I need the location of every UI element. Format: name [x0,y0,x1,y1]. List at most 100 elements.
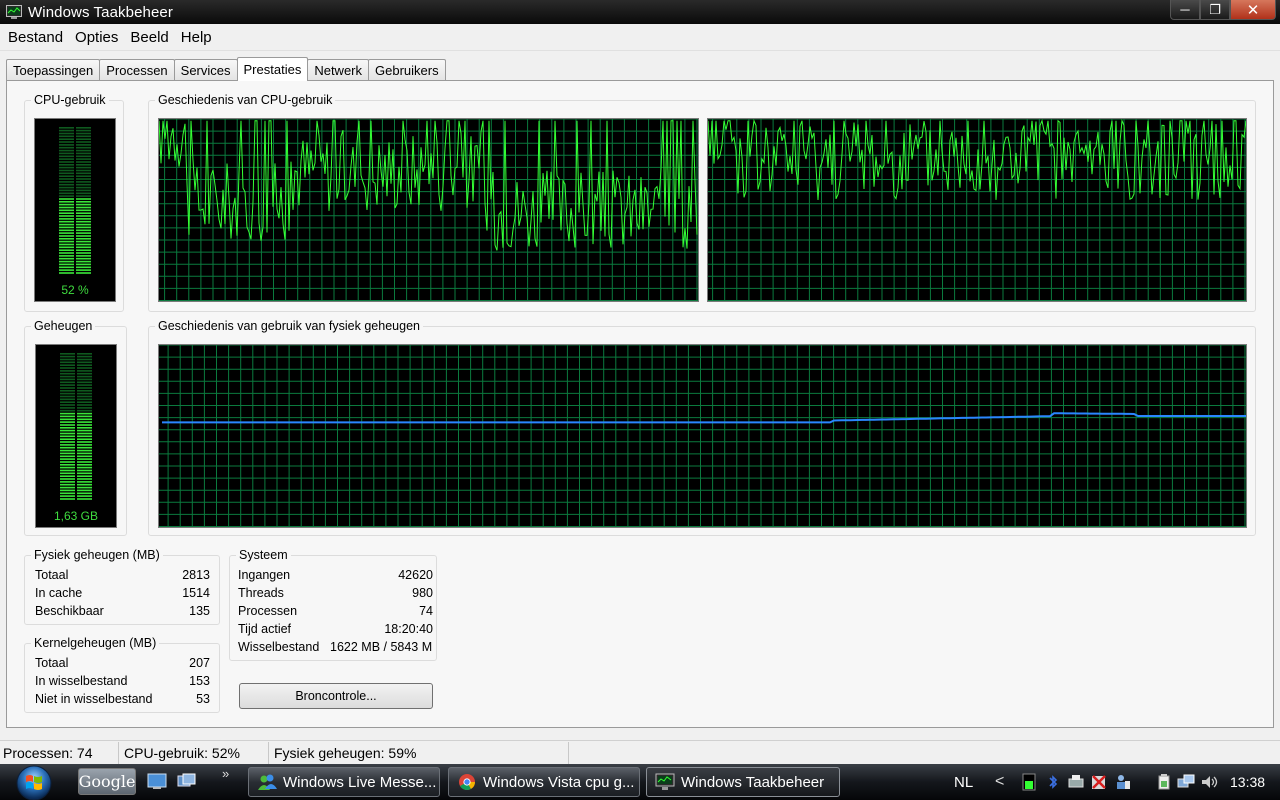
window-title: Windows Taakbeheer [28,3,173,21]
stat-value: 53 [196,692,210,706]
memory-value: 1,63 GB [53,509,99,523]
memory-history-graph [158,344,1247,528]
stat-key: Threads [238,586,284,600]
menu-bar: Bestand Opties Beeld Help [0,24,1280,51]
physical-memory-group: Fysiek geheugen (MB) Totaal 2813 In cach… [24,548,220,625]
taskbar-item-taskmanager[interactable]: Windows Taakbeheer [646,767,840,797]
title-bar[interactable]: Windows Taakbeheer ─ ❐ ✕ [0,0,1280,24]
status-processes: Processen: 74 [0,741,119,764]
chrome-icon [459,774,475,790]
menu-bestand[interactable]: Bestand [2,29,69,46]
cpu-meter-tray-icon[interactable] [1020,773,1038,791]
stat-value: 74 [419,604,433,618]
stat-key: Totaal [35,568,69,582]
cpu-usage-label: CPU-gebruik [31,93,109,107]
kernel-memory-table: Totaal 207 In wisselbestand 153 Niet in … [35,656,210,712]
stat-row: Beschikbaar 135 [35,604,210,622]
stat-value: 2813 [182,568,210,582]
menu-beeld[interactable]: Beeld [124,29,174,46]
tab-processen[interactable]: Processen [99,59,175,80]
cpu-history-group: Geschiedenis van CPU-gebruik [148,93,1256,312]
stat-row: Totaal 207 [35,656,210,674]
stat-row: In cache 1514 [35,586,210,604]
kernel-memory-label: Kernelgeheugen (MB) [31,636,160,650]
physical-memory-table: Totaal 2813 In cache 1514 Beschikbaar 13… [35,568,210,624]
stat-value: 135 [189,604,210,618]
stat-key: Tijd actief [238,622,292,636]
stat-row: Processen 74 [238,604,433,622]
system-label: Systeem [236,548,291,562]
stat-value: 1622 MB / 5843 M [330,640,433,654]
stat-value: 980 [412,586,433,600]
network-icon[interactable] [1177,773,1195,791]
clock[interactable]: 13:38 [1230,774,1265,790]
taskbar-item-label: Windows Live Messe... [283,773,437,791]
taskbar-item-label: Windows Vista cpu g... [483,773,635,791]
stat-row: Tijd actief 18:20:40 [238,622,433,640]
status-bar: Processen: 74 CPU-gebruik: 52% Fysiek ge… [0,740,1280,764]
stat-key: Processen [238,604,298,618]
memory-history-plot [159,344,1246,527]
cpu-history-label: Geschiedenis van CPU-gebruik [155,93,336,107]
stat-value: 1514 [182,586,210,600]
battery-power-icon[interactable] [1155,773,1173,791]
tab-services[interactable]: Services [173,59,238,80]
printer-icon[interactable] [1067,773,1085,791]
cpu-history-plot-core2 [707,118,1247,301]
cpu-history-graph-core1 [158,118,699,302]
stat-row: In wisselbestand 153 [35,674,210,692]
system-group: Systeem Ingangen 42620 Threads 980 Proce… [229,548,437,661]
volume-icon[interactable] [1200,773,1218,791]
stat-value: 42620 [398,568,433,582]
taskbar-item-chrome[interactable]: Windows Vista cpu g... [448,767,640,797]
taskbar: Google » Windows Live Messe... Windows V… [0,764,1280,800]
menu-opties[interactable]: Opties [69,29,124,46]
memory-history-label: Geschiedenis van gebruik van fysiek gehe… [155,319,423,333]
menu-help[interactable]: Help [175,29,218,46]
physical-memory-label: Fysiek geheugen (MB) [31,548,163,562]
memory-history-group: Geschiedenis van gebruik van fysiek gehe… [148,319,1256,536]
tab-prestaties[interactable]: Prestaties [236,57,309,81]
taskmanager-icon [6,5,22,19]
bluetooth-icon[interactable] [1044,773,1062,791]
quicklaunch-more-icon[interactable]: » [222,766,229,781]
tab-toepassingen[interactable]: Toepassingen [6,59,101,80]
language-indicator[interactable]: NL [954,774,973,791]
tab-strip: Toepassingen Processen Services Prestati… [6,57,446,81]
status-memory: Fysiek geheugen: 59% [269,741,569,764]
stat-row: Niet in wisselbestand 53 [35,692,210,710]
stat-value: 153 [189,674,210,688]
cpu-meter-bars [59,127,91,274]
minimize-button[interactable]: ─ [1170,0,1200,20]
cpu-history-graph-core2 [707,118,1247,302]
restore-icon: ❐ [1209,1,1221,17]
memory-meter: 1,63 GB [35,344,117,528]
performance-page: CPU-gebruik 52 % Geschiedenis van CPU-ge… [6,80,1274,728]
users-icon[interactable] [1114,773,1132,791]
security-alert-icon[interactable] [1090,773,1108,791]
system-table: Ingangen 42620 Threads 980 Processen 74 … [238,568,433,660]
resource-monitor-button[interactable]: Broncontrole... [239,683,433,709]
maximize-button[interactable]: ❐ [1200,0,1230,20]
memory-meter-bars [60,353,92,500]
taskbar-item-messenger[interactable]: Windows Live Messe... [248,767,440,797]
status-cpu: CPU-gebruik: 52% [119,741,269,764]
taskbar-item-label: Windows Taakbeheer [681,773,825,791]
switch-windows-icon[interactable] [177,773,197,790]
stat-row: Ingangen 42620 [238,568,433,586]
google-search-box[interactable]: Google [78,768,136,795]
tab-gebruikers[interactable]: Gebruikers [368,59,446,80]
stat-key: In wisselbestand [35,674,128,688]
stat-key: Totaal [35,656,69,670]
stat-key: Niet in wisselbestand [35,692,153,706]
close-icon: ✕ [1246,1,1260,19]
taskmanager-icon [655,773,675,790]
show-desktop-icon[interactable] [147,773,167,790]
start-button[interactable] [8,764,60,800]
tray-expand-icon[interactable]: < [995,773,1004,791]
stat-row: Threads 980 [238,586,433,604]
stat-key: Ingangen [238,568,291,582]
close-button[interactable]: ✕ [1230,0,1276,20]
tab-netwerk[interactable]: Netwerk [307,59,370,80]
cpu-history-plot-core1 [158,118,698,301]
